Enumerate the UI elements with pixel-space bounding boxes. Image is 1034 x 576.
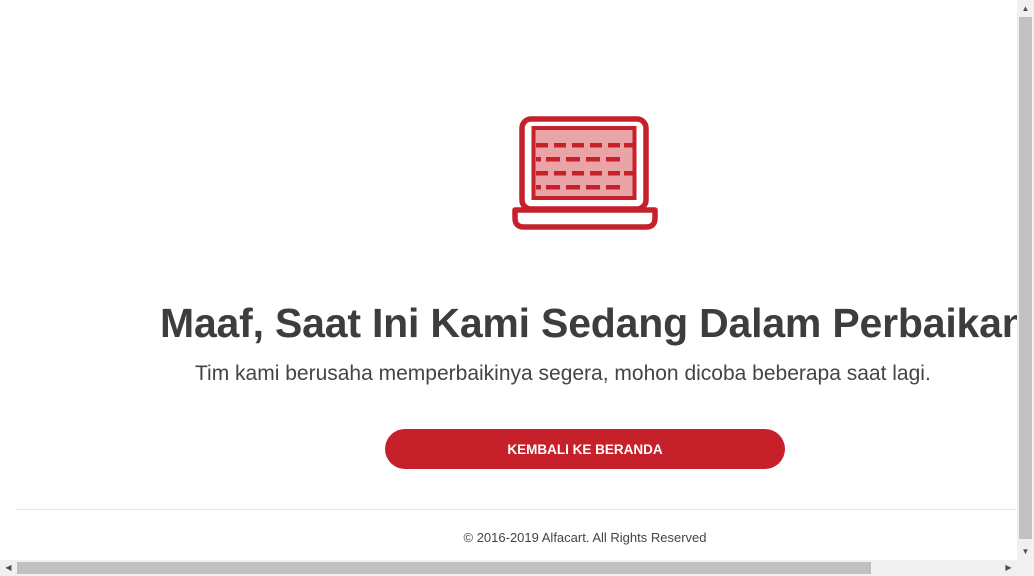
horizontal-scrollbar[interactable]: ◀ ▶ xyxy=(0,560,1034,576)
horizontal-scroll-thumb[interactable] xyxy=(17,562,871,574)
back-to-home-button[interactable]: KEMBALI KE BERANDA xyxy=(385,429,785,469)
scrollbar-corner xyxy=(1017,560,1034,576)
vertical-scrollbar[interactable]: ▲ ▼ xyxy=(1017,0,1034,560)
page-viewport: Maaf, Saat Ini Kami Sedang Dalam Perbaik… xyxy=(0,0,1017,560)
scroll-up-arrow-icon[interactable]: ▲ xyxy=(1017,0,1034,17)
laptop-brick-wall-icon xyxy=(512,114,658,232)
scroll-down-arrow-icon[interactable]: ▼ xyxy=(1017,543,1034,560)
scroll-right-arrow-icon[interactable]: ▶ xyxy=(1000,560,1017,576)
page-subtitle: Tim kami berusaha memperbaikinya segera,… xyxy=(195,362,931,385)
vertical-scroll-thumb[interactable] xyxy=(1019,17,1032,539)
footer-copyright: © 2016-2019 Alfacart. All Rights Reserve… xyxy=(463,530,707,545)
footer-divider xyxy=(16,509,1016,510)
page-title: Maaf, Saat Ini Kami Sedang Dalam Perbaik… xyxy=(160,300,1017,346)
scroll-left-arrow-icon[interactable]: ◀ xyxy=(0,560,17,576)
